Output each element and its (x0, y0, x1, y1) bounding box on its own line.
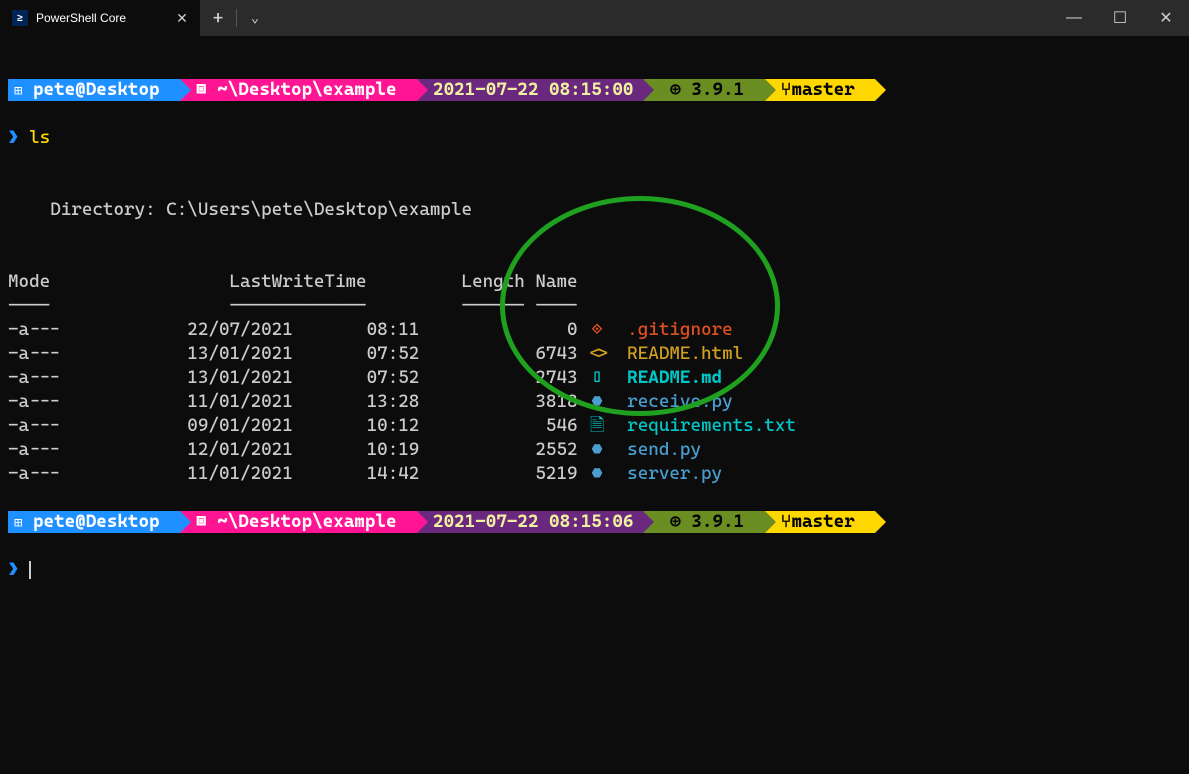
powershell-icon: ≥ (12, 10, 28, 26)
python-icon: ⊕ (670, 511, 681, 532)
file-name: README.html (627, 343, 743, 364)
file-type-icon: ⬣ (588, 462, 606, 486)
prompt-path: ~\Desktop\example (217, 79, 396, 100)
file-name: receive.py (627, 391, 732, 412)
file-name: README.md (627, 367, 722, 388)
file-name: send.py (627, 439, 701, 460)
prompt-python: 3.9.1 (691, 79, 744, 100)
table-header-divider: ---- ------------- ------ ---- (8, 295, 578, 316)
table-row: -a--- 22/07/2021 08:11 0 ◈ .gitignore (8, 318, 1181, 342)
tab-title: PowerShell Core (36, 11, 166, 25)
prompt-chevron-icon: ❯ (8, 559, 19, 580)
command-text: ls (29, 127, 50, 148)
prompt-git-branch: master (791, 79, 854, 100)
table-row: -a--- 12/01/2021 10:19 2552 ⬣ send.py (8, 438, 1181, 462)
file-type-icon: 🗎 (588, 414, 606, 438)
prompt-path: ~\Desktop\example (217, 511, 396, 532)
cursor (29, 561, 31, 579)
windows-icon: ⊞ (14, 83, 22, 99)
table-row: -a--- 11/01/2021 14:42 5219 ⬣ server.py (8, 462, 1181, 486)
window-controls: — ☐ ✕ (1051, 0, 1189, 36)
prompt-time: 2021-07-22 08:15:00 (433, 78, 633, 102)
file-type-icon: ▯ (588, 366, 606, 390)
table-row: -a--- 13/01/2021 07:52 2743 ▯ README.md (8, 366, 1181, 390)
table-row: -a--- 11/01/2021 13:28 3818 ⬣ receive.py (8, 390, 1181, 414)
prompt-chevron-icon: ❯ (8, 127, 19, 148)
file-name: .gitignore (627, 319, 732, 340)
maximize-button[interactable]: ☐ (1097, 0, 1143, 36)
prompt-user: pete@Desktop (33, 79, 160, 100)
file-type-icon: ⬣ (588, 390, 606, 414)
terminal-output[interactable]: ⊞ pete@Desktop ▣ ~\Desktop\example 2021-… (0, 36, 1189, 638)
prompt-user: pete@Desktop (33, 511, 160, 532)
tab-dropdown-button[interactable]: ⌄ (237, 0, 273, 36)
branch-icon: ⑂ (781, 511, 792, 532)
prompt-time: 2021-07-22 08:15:06 (433, 510, 633, 534)
close-window-button[interactable]: ✕ (1143, 0, 1189, 36)
titlebar: ≥ PowerShell Core ✕ + ⌄ — ☐ ✕ (0, 0, 1189, 36)
powerline-prompt-2: ⊞ pete@Desktop ▣ ~\Desktop\example 2021-… (8, 510, 1181, 534)
file-type-icon: ⬣ (588, 438, 606, 462)
new-tab-button[interactable]: + (200, 0, 236, 36)
prompt-git-branch: master (791, 511, 854, 532)
file-type-icon: <> (588, 342, 606, 366)
file-type-icon: ◈ (588, 318, 606, 342)
windows-icon: ⊞ (14, 515, 22, 531)
powerline-prompt-1: ⊞ pete@Desktop ▣ ~\Desktop\example 2021-… (8, 78, 1181, 102)
python-icon: ⊕ (670, 79, 681, 100)
file-name: server.py (627, 463, 722, 484)
minimize-button[interactable]: — (1051, 0, 1097, 36)
table-row: -a--- 13/01/2021 07:52 6743 <> README.ht… (8, 342, 1181, 366)
folder-icon: ▣ (196, 511, 207, 532)
tab-powershell[interactable]: ≥ PowerShell Core ✕ (0, 0, 200, 36)
close-tab-icon[interactable]: ✕ (174, 10, 190, 26)
file-name: requirements.txt (627, 415, 796, 436)
directory-header: Directory: C:\Users\pete\Desktop\example (8, 199, 472, 220)
prompt-python: 3.9.1 (691, 511, 744, 532)
folder-icon: ▣ (196, 79, 207, 100)
branch-icon: ⑂ (781, 79, 792, 100)
table-row: -a--- 09/01/2021 10:12 546 🗎 requirement… (8, 414, 1181, 438)
table-header: Mode LastWriteTime Length Name (8, 271, 578, 292)
